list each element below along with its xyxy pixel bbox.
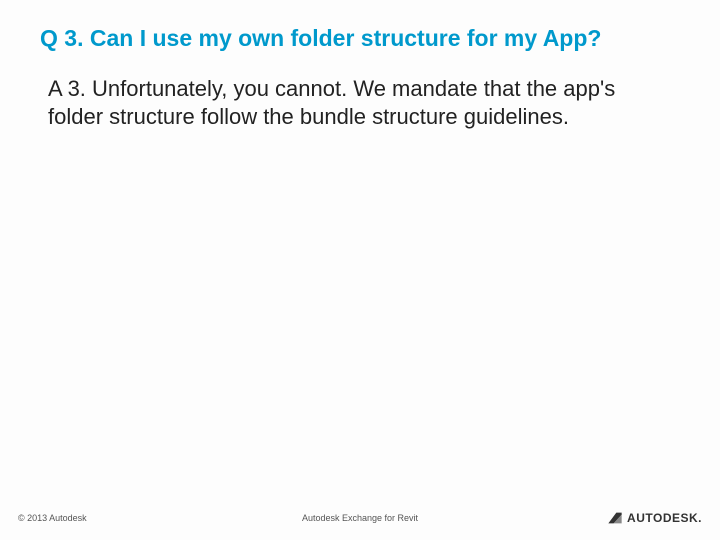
autodesk-logo: AUTODESK. [607, 510, 702, 526]
copyright-text: © 2013 Autodesk [18, 513, 87, 523]
question-heading: Q 3. Can I use my own folder structure f… [40, 24, 680, 53]
footer-center-text: Autodesk Exchange for Revit [302, 513, 418, 523]
slide: Q 3. Can I use my own folder structure f… [0, 0, 720, 540]
answer-text: A 3. Unfortunately, you cannot. We manda… [40, 75, 680, 132]
autodesk-logo-icon [607, 510, 623, 526]
footer: © 2013 Autodesk Autodesk Exchange for Re… [0, 510, 720, 526]
autodesk-logo-text: AUTODESK. [627, 511, 702, 525]
